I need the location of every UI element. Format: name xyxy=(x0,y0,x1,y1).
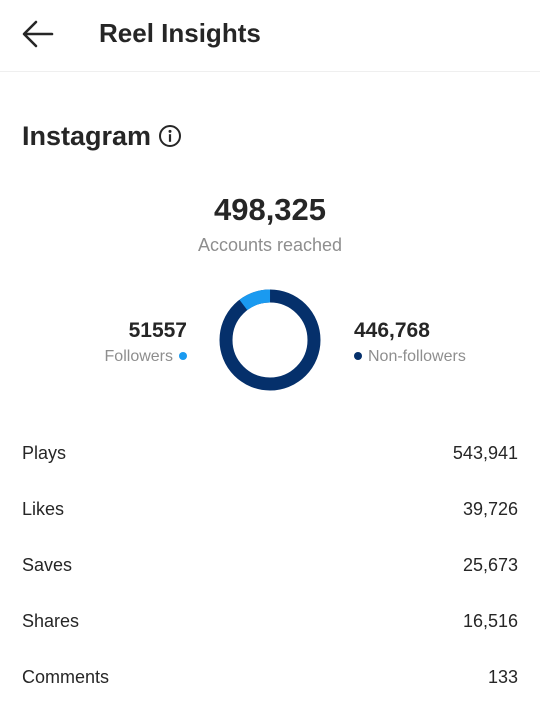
donut-segment-followers xyxy=(219,289,321,391)
followers-label: Followers xyxy=(104,348,173,365)
metric-value: 39,726 xyxy=(462,499,518,519)
metric-row-saves: Saves 25,673 xyxy=(22,546,518,602)
metric-label: Plays xyxy=(22,443,67,463)
followers-value: 51557 xyxy=(128,319,187,342)
arrow-left-icon xyxy=(22,20,54,48)
metric-label: Shares xyxy=(22,611,80,631)
metric-label: Likes xyxy=(22,499,65,519)
metric-label: Comments xyxy=(22,667,110,687)
followers-dot xyxy=(179,351,187,360)
metric-value: 543,941 xyxy=(452,443,518,463)
metric-value: 25,673 xyxy=(462,555,518,575)
back-button[interactable] xyxy=(18,16,58,52)
accounts-reached-value: 498,325 xyxy=(213,192,327,227)
metric-label: Saves xyxy=(22,555,73,575)
page-title: Reel Insights xyxy=(99,18,261,48)
metric-value: 133 xyxy=(487,667,518,687)
metric-row-plays: Plays 543,941 xyxy=(22,434,518,490)
non-followers-stat: 446,768 Non-followers xyxy=(354,318,466,367)
metrics-list: Plays 543,941 Likes 39,726 Saves 25,673 Shares… xyxy=(22,434,518,714)
audience-donut-chart xyxy=(219,289,321,391)
donut-segment-non-followers xyxy=(219,289,321,391)
followers-stat: 51557 Followers xyxy=(105,318,187,367)
metric-row-comments: Comments 133 xyxy=(22,658,518,714)
non-followers-label: Non-followers xyxy=(368,348,466,365)
non-followers-dot xyxy=(354,351,362,360)
metric-value: 16,516 xyxy=(462,611,518,631)
non-followers-value: 446,768 xyxy=(354,319,430,342)
section-title: Instagram xyxy=(22,121,152,151)
metric-row-likes: Likes 39,726 xyxy=(22,490,518,546)
accounts-reached-label: Accounts reached xyxy=(197,235,343,255)
metric-row-shares: Shares 16,516 xyxy=(22,602,518,658)
followers-legend: Followers xyxy=(105,347,187,367)
info-circle-icon[interactable] xyxy=(158,124,182,148)
non-followers-legend: Non-followers xyxy=(354,347,466,367)
top-bar: Reel Insights xyxy=(0,0,540,72)
